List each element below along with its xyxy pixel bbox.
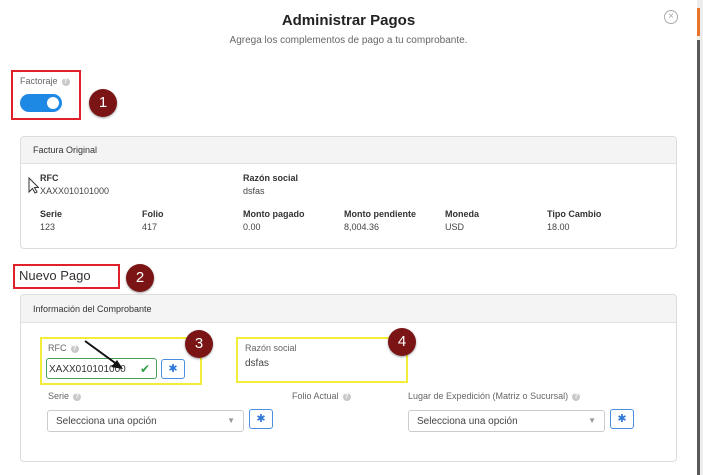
factoraje-toggle[interactable] bbox=[20, 94, 62, 112]
fo-rfc-value: XAXX010101000 bbox=[40, 186, 110, 196]
fo-folio-value: 417 bbox=[142, 222, 158, 232]
lugar-select-value: Selecciona una opción bbox=[417, 416, 518, 427]
fo-serie-label: Serie bbox=[40, 209, 63, 219]
gear-icon: ✱ bbox=[168, 363, 178, 375]
lugar-select[interactable]: Selecciona una opción ▼ bbox=[408, 410, 605, 432]
edge-accent bbox=[697, 8, 700, 36]
factura-original-panel: Factura Original bbox=[20, 136, 677, 249]
step-badge-2: 2 bbox=[126, 264, 154, 292]
edge-bar bbox=[697, 40, 700, 475]
serie-settings-button[interactable]: ✱ bbox=[249, 409, 273, 429]
serie-select[interactable]: Selecciona una opción ▼ bbox=[47, 410, 244, 432]
help-icon[interactable]: ? bbox=[73, 392, 82, 401]
lugar-label: Lugar de Expedición (Matriz o Sucursal)? bbox=[408, 391, 581, 401]
comp-razon-label: Razón social bbox=[245, 343, 297, 353]
fo-serie-value: 123 bbox=[40, 222, 56, 232]
factura-original-heading: Factura Original bbox=[33, 145, 98, 155]
help-icon[interactable]: ? bbox=[70, 344, 79, 353]
toggle-knob bbox=[47, 97, 59, 109]
gear-icon: ✱ bbox=[617, 413, 627, 425]
comp-rfc-label: RFC? bbox=[48, 343, 79, 353]
chevron-down-icon: ▼ bbox=[588, 416, 596, 425]
arrow-annotation-icon bbox=[84, 340, 123, 369]
comprobante-header: Información del Comprobante bbox=[21, 295, 676, 323]
rfc-settings-button[interactable]: ✱ bbox=[161, 359, 185, 379]
window-edge bbox=[697, 0, 703, 475]
serie-label: Serie? bbox=[48, 391, 82, 401]
fo-rfc-label: RFC bbox=[40, 173, 59, 183]
step-badge-3: 3 bbox=[185, 330, 213, 358]
factura-original-header: Factura Original bbox=[21, 137, 676, 164]
step-badge-4: 4 bbox=[388, 328, 416, 356]
chevron-down-icon: ▼ bbox=[227, 416, 235, 425]
step-badge-1: 1 bbox=[89, 89, 117, 117]
fo-tipo-cambio-label: Tipo Cambio bbox=[547, 209, 602, 219]
comprobante-heading: Información del Comprobante bbox=[33, 304, 152, 314]
gear-icon: ✱ bbox=[256, 413, 266, 425]
modal-subtitle: Agrega los complementos de pago a tu com… bbox=[229, 35, 468, 46]
comp-razon-value: dsfas bbox=[245, 358, 269, 369]
serie-select-value: Selecciona una opción bbox=[56, 416, 157, 427]
fo-folio-label: Folio bbox=[142, 209, 164, 219]
folio-actual-label: Folio Actual? bbox=[292, 391, 351, 401]
fo-razon-label: Razón social bbox=[243, 173, 299, 183]
mouse-cursor-icon bbox=[28, 177, 39, 194]
modal-title: Administrar Pagos bbox=[281, 12, 416, 29]
close-icon[interactable]: × bbox=[664, 10, 678, 24]
help-icon[interactable]: ? bbox=[61, 77, 70, 86]
help-icon[interactable]: ? bbox=[572, 392, 581, 401]
fo-moneda-value: USD bbox=[445, 222, 465, 232]
fo-monto-pagado-value: 0.00 bbox=[243, 222, 261, 232]
fo-monto-pendiente-label: Monto pendiente bbox=[344, 209, 416, 219]
factoraje-label: Factoraje? bbox=[20, 76, 70, 86]
fo-tipo-cambio-value: 18.00 bbox=[547, 222, 570, 232]
check-icon: ✔ bbox=[139, 362, 150, 376]
fo-monto-pendiente-value: 8,004.36 bbox=[344, 222, 380, 232]
fo-razon-value: dsfas bbox=[243, 186, 265, 196]
fo-monto-pagado-label: Monto pagado bbox=[243, 209, 305, 219]
lugar-settings-button[interactable]: ✱ bbox=[610, 409, 634, 429]
nuevo-pago-title: Nuevo Pago bbox=[19, 268, 91, 283]
help-icon[interactable]: ? bbox=[342, 392, 351, 401]
fo-moneda-label: Moneda bbox=[445, 209, 480, 219]
